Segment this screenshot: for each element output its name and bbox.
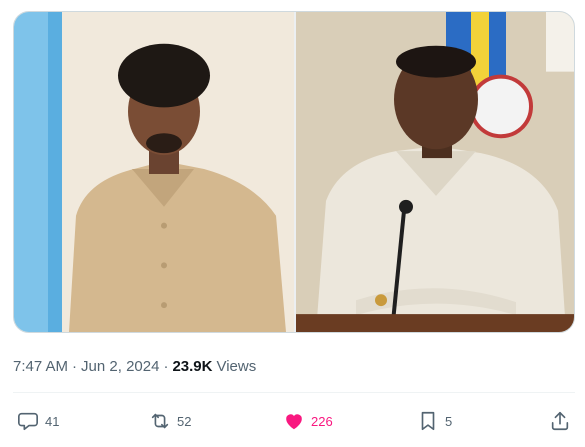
repost-count: 52 xyxy=(177,413,192,429)
reply-icon xyxy=(17,410,39,432)
views-label: Views xyxy=(216,357,257,375)
photo-left-image xyxy=(14,12,294,332)
bookmark-icon xyxy=(417,410,439,432)
repost-icon xyxy=(149,410,171,432)
reply-count: 41 xyxy=(45,413,60,429)
tweet-actions: 41 52 226 5 xyxy=(13,405,575,437)
like-count: 226 xyxy=(311,413,333,429)
tweet-meta: 7:47 AM · Jun 2, 2024 · 23.9K Views xyxy=(13,355,256,377)
photo-right[interactable] xyxy=(296,12,574,332)
divider xyxy=(13,392,575,393)
photo-right-image xyxy=(296,12,574,332)
like-button[interactable]: 226 xyxy=(283,405,333,437)
tweet-time[interactable]: 7:47 AM xyxy=(13,358,68,375)
reply-button[interactable]: 41 xyxy=(17,405,59,437)
photo-left[interactable] xyxy=(14,12,294,332)
meta-separator: · xyxy=(72,357,78,375)
bookmark-button[interactable]: 5 xyxy=(417,405,452,437)
share-button[interactable] xyxy=(549,405,571,437)
meta-separator-2: · xyxy=(163,357,169,375)
tweet-date[interactable]: Jun 2, 2024 xyxy=(81,358,159,375)
repost-button[interactable]: 52 xyxy=(149,405,191,437)
share-icon xyxy=(549,410,571,432)
views-count: 23.9K xyxy=(172,357,213,375)
tweet-media[interactable] xyxy=(13,11,575,333)
bookmark-count: 5 xyxy=(445,413,453,429)
heart-icon xyxy=(283,410,305,432)
